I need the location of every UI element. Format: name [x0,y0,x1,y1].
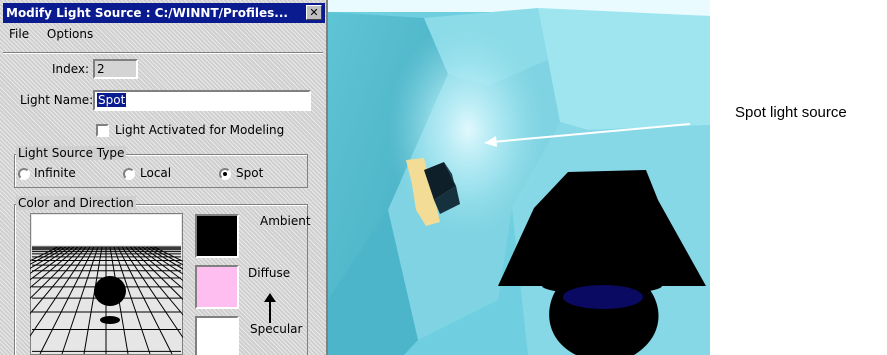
radio-infinite-label: Infinite [34,166,76,180]
modify-light-dialog: Modify Light Source : C:/WINNT/Profiles.… [0,0,328,355]
right-wall-upper [538,8,710,130]
light-name-label: Light Name: [20,93,94,107]
specular-label: Specular [250,322,303,336]
light-name-value: Spot [97,93,127,107]
light-activated-label: Light Activated for Modeling [115,123,285,137]
direction-preview[interactable] [30,213,183,355]
ambient-label: Ambient [260,214,311,228]
menu-file[interactable]: File [9,27,29,41]
table-lamp-base-highlight [563,285,643,309]
index-value: 2 [97,62,105,76]
specular-swatch[interactable] [195,316,239,355]
menu-bar: File Options [3,24,101,44]
color-direction-group-title: Color and Direction [16,196,136,210]
index-label: Index: [52,62,90,76]
light-type-group-title: Light Source Type [16,146,127,160]
index-field: 2 [93,59,138,79]
light-name-input[interactable]: Spot [93,90,311,111]
dialog-titlebar[interactable]: Modify Light Source : C:/WINNT/Profiles.… [3,3,325,23]
close-button[interactable]: ✕ [306,5,322,20]
menu-separator [3,52,323,54]
pointer-arrow-icon [264,293,276,323]
menu-options[interactable]: Options [47,27,93,41]
radio-spot-label: Spot [236,166,264,180]
diffuse-swatch[interactable] [195,265,239,309]
diffuse-label: Diffuse [248,266,291,280]
3d-viewport[interactable] [328,0,710,355]
radio-local[interactable] [123,168,135,180]
room-render [328,0,710,355]
dialog-title: Modify Light Source : C:/WINNT/Profiles.… [6,6,288,20]
light-direction-sphere [94,276,126,306]
radio-spot[interactable] [219,168,231,180]
spot-light-glow [388,20,548,240]
light-activated-checkbox[interactable] [96,124,109,137]
ambient-swatch[interactable] [195,214,239,258]
annotation-label: Spot light source [735,104,847,121]
sphere-shadow [100,316,120,324]
radio-local-label: Local [140,166,172,180]
radio-infinite[interactable] [18,168,30,180]
